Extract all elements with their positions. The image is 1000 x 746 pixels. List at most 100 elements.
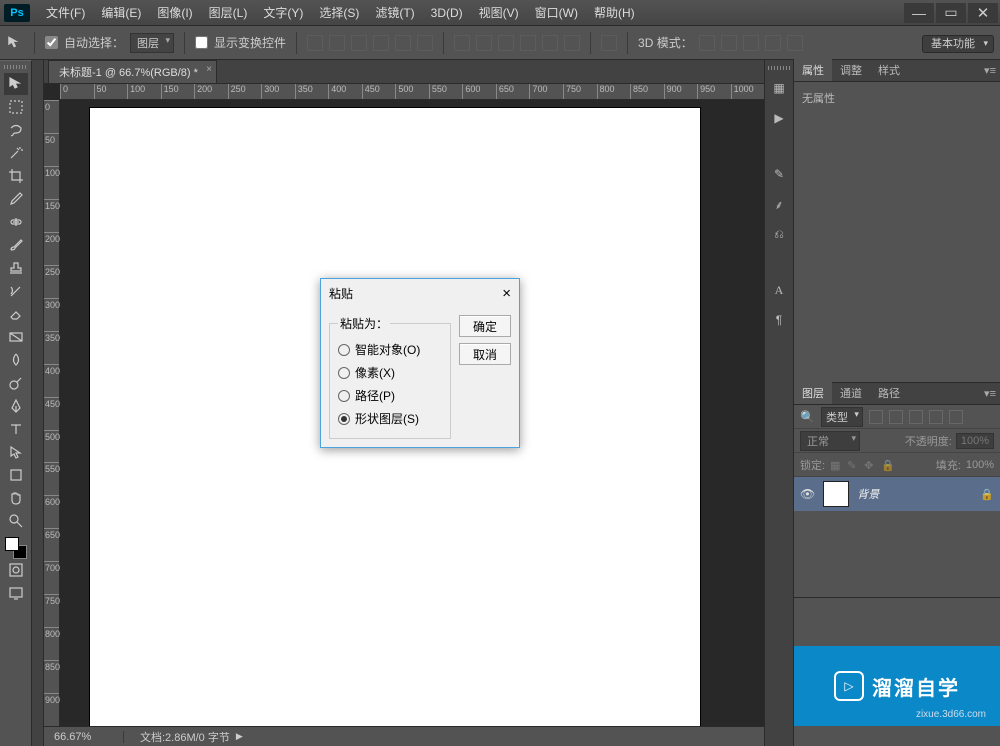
tab-styles[interactable]: 样式 bbox=[870, 59, 908, 81]
tab-paths[interactable]: 路径 bbox=[870, 382, 908, 404]
close-button[interactable]: ✕ bbox=[968, 3, 998, 23]
panel-menu-icon[interactable]: ▾≡ bbox=[984, 64, 996, 77]
info-menu-icon[interactable]: ▶ bbox=[236, 731, 243, 742]
radio-smart-object[interactable]: 智能对象(O) bbox=[338, 338, 442, 361]
maximize-button[interactable]: ▭ bbox=[936, 3, 966, 23]
radio-shape-layer[interactable]: 形状图层(S) bbox=[338, 407, 442, 430]
close-tab-icon[interactable]: × bbox=[206, 64, 212, 75]
tool-stamp[interactable] bbox=[4, 257, 28, 279]
menu-view[interactable]: 视图(V) bbox=[471, 0, 527, 26]
filter-pixel-icon[interactable] bbox=[869, 410, 883, 424]
layer-filter-type[interactable]: 类型 bbox=[821, 407, 863, 427]
3d-icon[interactable] bbox=[743, 35, 759, 51]
align-icon[interactable] bbox=[395, 35, 411, 51]
tab-layers[interactable]: 图层 bbox=[794, 382, 832, 404]
3d-icon[interactable] bbox=[699, 35, 715, 51]
layer-item[interactable]: 👁 背景 🔒 bbox=[794, 477, 1000, 511]
blend-mode-dropdown[interactable]: 正常 bbox=[800, 431, 860, 451]
color-swatch[interactable] bbox=[5, 537, 27, 559]
align-icon[interactable] bbox=[373, 35, 389, 51]
dock-collapse-strip[interactable] bbox=[32, 60, 44, 746]
align-icon[interactable] bbox=[307, 35, 323, 51]
zoom-level[interactable]: 66.67% bbox=[44, 731, 124, 743]
ruler-vertical[interactable]: 0501001502002503003504004505005506006507… bbox=[44, 100, 60, 726]
tool-zoom[interactable] bbox=[4, 510, 28, 532]
dialog-close-icon[interactable]: × bbox=[502, 285, 511, 302]
actions-panel-icon[interactable]: ▶ bbox=[767, 106, 791, 130]
history-panel-icon[interactable]: ▦ bbox=[767, 76, 791, 100]
workspace-switcher[interactable]: 基本功能 bbox=[922, 35, 994, 53]
menu-layer[interactable]: 图层(L) bbox=[201, 0, 256, 26]
distribute-icon[interactable] bbox=[476, 35, 492, 51]
tool-lasso[interactable] bbox=[4, 119, 28, 141]
tool-move[interactable] bbox=[4, 73, 28, 95]
menu-3d[interactable]: 3D(D) bbox=[423, 0, 471, 26]
tool-blur[interactable] bbox=[4, 349, 28, 371]
align-icon[interactable] bbox=[351, 35, 367, 51]
menu-file[interactable]: 文件(F) bbox=[38, 0, 93, 26]
minimize-button[interactable]: — bbox=[904, 3, 934, 23]
tool-hand[interactable] bbox=[4, 487, 28, 509]
filter-smart-icon[interactable] bbox=[949, 410, 963, 424]
menu-image[interactable]: 图像(I) bbox=[149, 0, 200, 26]
tool-dodge[interactable] bbox=[4, 372, 28, 394]
menu-edit[interactable]: 编辑(E) bbox=[93, 0, 149, 26]
menu-type[interactable]: 文字(Y) bbox=[255, 0, 311, 26]
dialog-titlebar[interactable]: 粘贴 × bbox=[321, 279, 519, 307]
auto-select-checkbox[interactable] bbox=[45, 36, 58, 49]
distribute-icon[interactable] bbox=[542, 35, 558, 51]
doc-info[interactable]: 文档:2.86M/0 字节 bbox=[124, 729, 230, 745]
tool-marquee[interactable] bbox=[4, 96, 28, 118]
tool-eraser[interactable] bbox=[4, 303, 28, 325]
3d-icon[interactable] bbox=[721, 35, 737, 51]
tool-heal[interactable] bbox=[4, 211, 28, 233]
show-transform-checkbox[interactable] bbox=[195, 36, 208, 49]
align-icon[interactable] bbox=[329, 35, 345, 51]
lock-trans-icon[interactable]: ▦ bbox=[830, 459, 842, 471]
tool-history-brush[interactable] bbox=[4, 280, 28, 302]
tool-crop[interactable] bbox=[4, 165, 28, 187]
distribute-icon[interactable] bbox=[498, 35, 514, 51]
filter-shape-icon[interactable] bbox=[929, 410, 943, 424]
align-icon[interactable] bbox=[417, 35, 433, 51]
tab-adjustments[interactable]: 调整 bbox=[832, 59, 870, 81]
tool-path-select[interactable] bbox=[4, 441, 28, 463]
lock-all-icon[interactable]: 🔒 bbox=[881, 459, 893, 471]
ok-button[interactable]: 确定 bbox=[459, 315, 511, 337]
3d-icon[interactable] bbox=[765, 35, 781, 51]
tool-brush[interactable] bbox=[4, 234, 28, 256]
menu-filter[interactable]: 滤镜(T) bbox=[367, 0, 422, 26]
layer-thumbnail[interactable] bbox=[823, 481, 849, 507]
menu-help[interactable]: 帮助(H) bbox=[586, 0, 643, 26]
ruler-horizontal[interactable]: 0501001502002503003504004505005506006507… bbox=[60, 84, 764, 100]
strip-grip[interactable] bbox=[768, 66, 790, 70]
brushes-panel-icon[interactable]: ⸙ bbox=[767, 192, 791, 216]
paragraph-panel-icon[interactable]: ¶ bbox=[767, 308, 791, 332]
tool-wand[interactable] bbox=[4, 142, 28, 164]
document-tab[interactable]: 未标题-1 @ 66.7%(RGB/8) * × bbox=[48, 60, 217, 83]
tool-eyedropper[interactable] bbox=[4, 188, 28, 210]
tab-channels[interactable]: 通道 bbox=[832, 382, 870, 404]
opacity-value[interactable]: 100% bbox=[956, 433, 994, 449]
distribute-icon[interactable] bbox=[520, 35, 536, 51]
brush-panel-icon[interactable]: ✎ bbox=[767, 162, 791, 186]
menu-select[interactable]: 选择(S) bbox=[311, 0, 367, 26]
fill-value[interactable]: 100% bbox=[966, 459, 994, 471]
radio-path[interactable]: 路径(P) bbox=[338, 384, 442, 407]
tab-properties[interactable]: 属性 bbox=[794, 59, 832, 81]
character-panel-icon[interactable]: A bbox=[767, 278, 791, 302]
clone-panel-icon[interactable]: ⎌ bbox=[767, 222, 791, 246]
distribute-icon[interactable] bbox=[564, 35, 580, 51]
auto-select-dropdown[interactable]: 图层 bbox=[130, 33, 174, 53]
filter-adjust-icon[interactable] bbox=[889, 410, 903, 424]
tool-type[interactable] bbox=[4, 418, 28, 440]
auto-align-icon[interactable] bbox=[601, 35, 617, 51]
tool-gradient[interactable] bbox=[4, 326, 28, 348]
radio-pixels[interactable]: 像素(X) bbox=[338, 361, 442, 384]
filter-type-icon[interactable] bbox=[909, 410, 923, 424]
visibility-icon[interactable]: 👁 bbox=[800, 487, 815, 501]
tool-screenmode[interactable] bbox=[4, 582, 28, 604]
3d-icon[interactable] bbox=[787, 35, 803, 51]
panel-menu-icon[interactable]: ▾≡ bbox=[984, 387, 996, 400]
tool-quickmask[interactable] bbox=[4, 559, 28, 581]
